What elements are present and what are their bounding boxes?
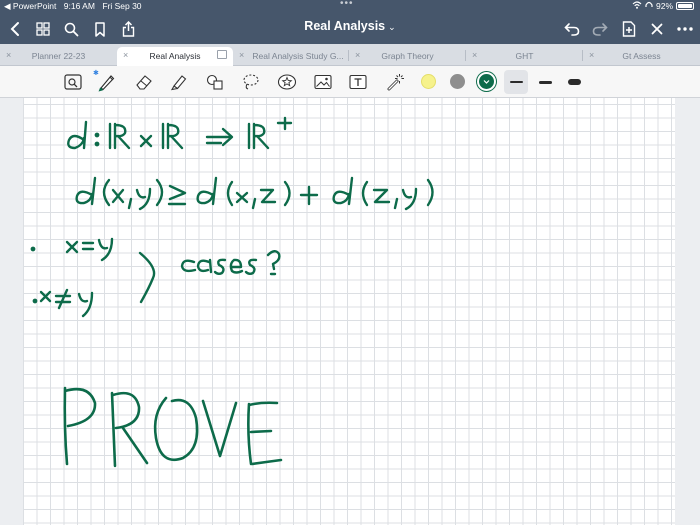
handwriting-triangle-inequality xyxy=(75,176,434,211)
undo-icon[interactable] xyxy=(561,18,583,40)
status-bar: ◀ PowerPoint 9:16 AM Fri Sep 30 ••• 92% xyxy=(0,0,700,13)
tab-real-analysis[interactable]: × Real Analysis xyxy=(117,47,233,67)
sticker-tool-icon[interactable] xyxy=(276,71,298,93)
tab-label: Real Analysis Study G... xyxy=(252,51,344,61)
tab-label: Planner 22-23 xyxy=(31,51,86,61)
wifi-icon xyxy=(632,1,642,11)
handwriting-layer xyxy=(30,116,434,468)
redo-icon[interactable] xyxy=(589,18,611,40)
battery-icon xyxy=(676,2,694,10)
search-icon[interactable] xyxy=(60,18,82,40)
color-swatch-green-selected[interactable] xyxy=(479,74,494,89)
back-chevron-icon[interactable] xyxy=(4,18,26,40)
stroke-width-thick[interactable] xyxy=(562,70,586,94)
zoom-box-icon[interactable] xyxy=(62,71,84,93)
drawing-toolbar: ✱ xyxy=(0,66,700,98)
tab-label: Graph Theory xyxy=(381,51,434,61)
battery-percent: 92% xyxy=(655,1,673,11)
more-options-icon[interactable] xyxy=(674,18,696,40)
tab-real-analysis-study-guide[interactable]: × Real Analysis Study G... xyxy=(233,47,349,66)
medium-stroke-icon xyxy=(538,80,552,84)
add-page-icon[interactable] xyxy=(618,18,640,40)
shapes-tool-icon[interactable] xyxy=(204,71,226,93)
highlighter-tool-icon[interactable] xyxy=(168,71,190,93)
document-title-text: Real Analysis xyxy=(304,19,386,33)
handwriting-prove xyxy=(63,386,283,468)
handwriting-cases-question xyxy=(180,250,281,276)
thick-stroke-icon xyxy=(567,79,581,85)
app-header: ◀ PowerPoint 9:16 AM Fri Sep 30 ••• 92% xyxy=(0,0,700,44)
multitasking-dots-icon[interactable]: ••• xyxy=(340,0,354,9)
chevron-down-icon: ⌄ xyxy=(388,22,396,32)
status-time: 9:16 AM xyxy=(63,1,95,11)
lasso-tool-icon[interactable] xyxy=(240,71,262,93)
headphones-icon xyxy=(645,1,653,11)
tab-label: GHT xyxy=(515,51,534,61)
text-tool-icon[interactable] xyxy=(347,71,369,93)
tab-graph-theory[interactable]: × Graph Theory xyxy=(349,47,466,66)
close-icon[interactable] xyxy=(646,18,668,40)
split-view-icon[interactable] xyxy=(217,50,227,59)
share-icon[interactable] xyxy=(117,18,139,40)
image-tool-icon[interactable] xyxy=(312,71,334,93)
chevron-down-icon xyxy=(483,80,490,84)
handwriting-metric-definition xyxy=(67,116,293,150)
pen-tool-icon[interactable]: ✱ xyxy=(93,70,118,93)
eraser-tool-icon[interactable] xyxy=(133,71,155,93)
document-title[interactable]: Real Analysis ⌄ xyxy=(290,19,410,33)
thin-stroke-icon xyxy=(509,81,523,83)
tab-label: Real Analysis xyxy=(149,51,201,61)
color-swatch-gray[interactable] xyxy=(450,74,465,89)
tab-label: Gt Assess xyxy=(622,51,661,61)
stroke-width-medium[interactable] xyxy=(533,70,557,94)
tab-ght[interactable]: × GHT xyxy=(466,47,583,66)
back-to-app-link[interactable]: ◀ PowerPoint xyxy=(4,1,56,11)
tab-planner[interactable]: × Planner 22-23 xyxy=(0,47,117,66)
color-swatch-yellow[interactable] xyxy=(421,74,436,89)
notebook-page[interactable] xyxy=(23,98,675,525)
laser-pointer-icon[interactable] xyxy=(384,71,406,93)
handwriting-case-list xyxy=(30,237,156,318)
tab-strip: × Planner 22-23 × Real Analysis × Real A… xyxy=(0,44,700,67)
tab-gt-assess[interactable]: × Gt Assess xyxy=(583,47,700,66)
stroke-width-thin[interactable] xyxy=(504,70,528,94)
bluetooth-icon: ✱ xyxy=(93,70,99,77)
grid-view-icon[interactable] xyxy=(32,18,54,40)
notebook-canvas[interactable] xyxy=(0,98,700,525)
tab-close-icon[interactable]: × xyxy=(239,50,244,60)
bookmark-icon[interactable] xyxy=(89,18,111,40)
status-date: Fri Sep 30 xyxy=(102,1,142,11)
